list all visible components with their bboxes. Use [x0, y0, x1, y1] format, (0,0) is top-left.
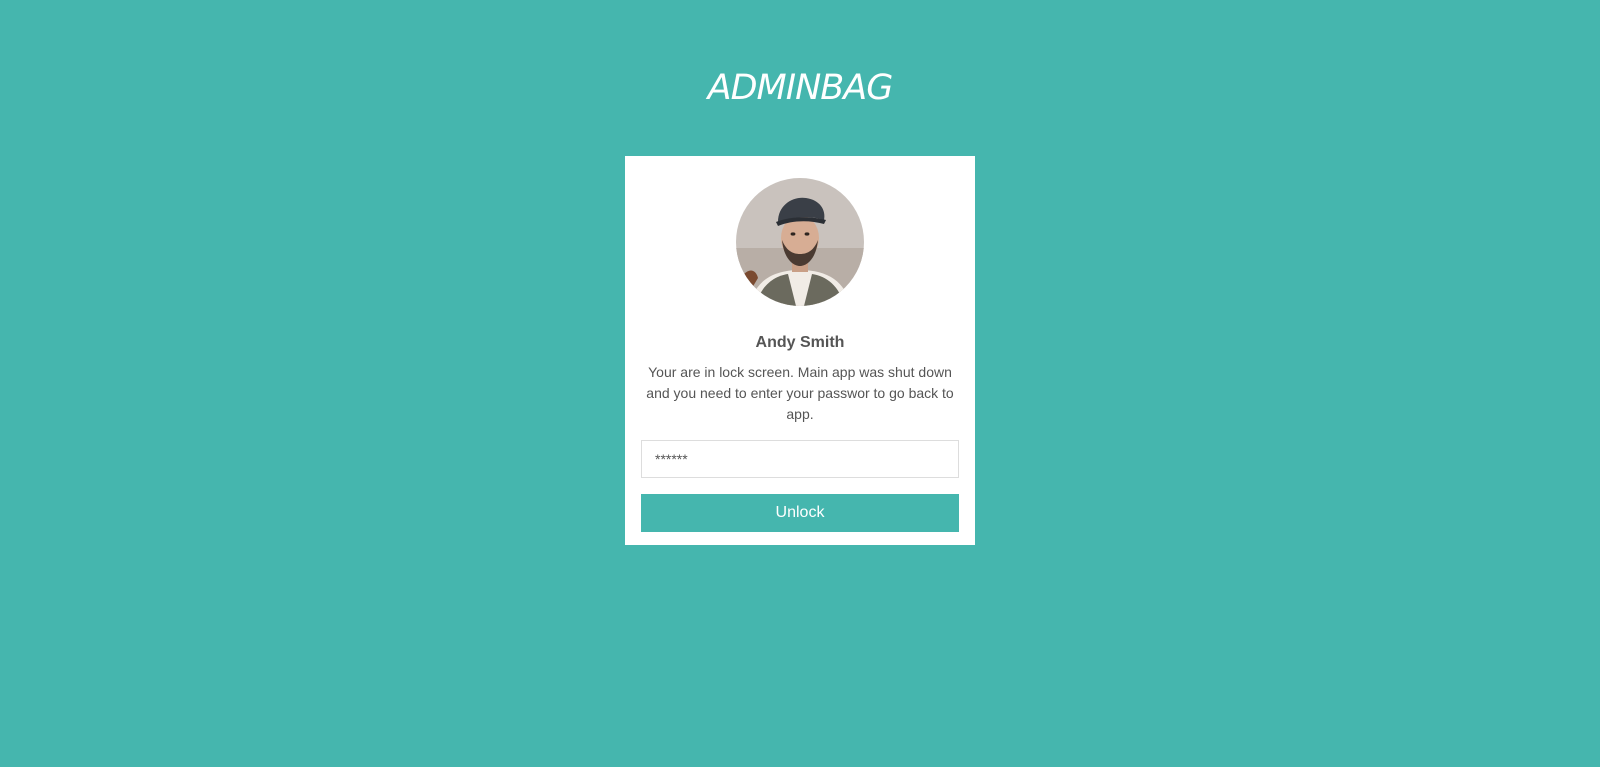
user-name: Andy Smith	[755, 334, 845, 351]
lock-card: Andy Smith Your are in lock screen. Main…	[625, 156, 975, 545]
lock-message: Your are in lock screen. Main app was sh…	[646, 364, 954, 422]
lock-screen-page: ADMINBAG Andy Smith Your are in lock scr…	[0, 0, 1600, 767]
avatar	[736, 178, 864, 306]
password-input[interactable]	[641, 440, 959, 478]
avatar-image	[736, 178, 864, 306]
brand-logo: ADMINBAG	[707, 68, 894, 108]
unlock-button[interactable]: Unlock	[641, 494, 959, 532]
